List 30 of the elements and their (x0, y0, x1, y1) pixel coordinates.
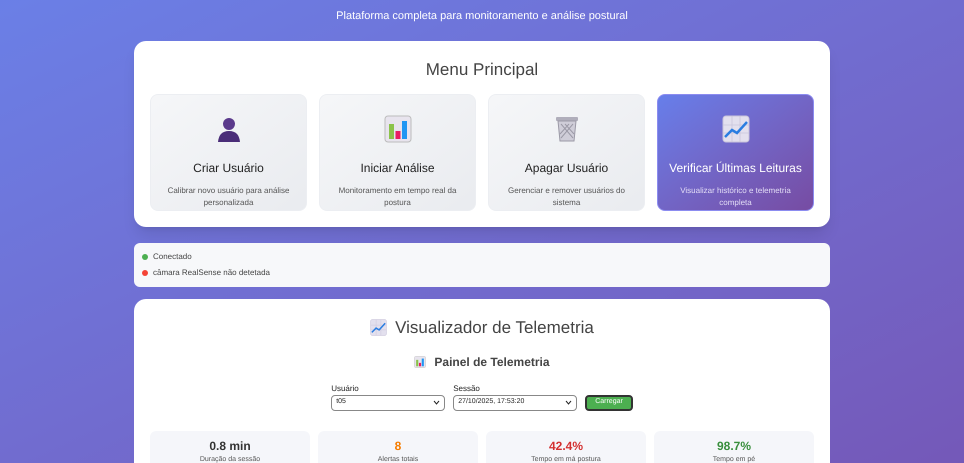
option-description: Calibrar novo usuário para análise personalizada (166, 185, 290, 209)
chevron-icon (565, 400, 572, 405)
field-label: Sessão (453, 382, 481, 394)
option-description: Visualizar histórico e telemetria completa (679, 185, 792, 209)
menu-option[interactable]: Iniciar Análise Monitoramento em tempo real da postura (319, 94, 476, 211)
option-title: Apagar Usuário (524, 160, 608, 177)
bar-chart-icon (384, 115, 412, 143)
option-description: Gerenciar e remover usuários do sistema (507, 185, 626, 209)
bar-chart-icon (414, 356, 426, 368)
field-label: Usuário (331, 382, 360, 394)
stat-value: 8 (394, 438, 402, 456)
option-title: Iniciar Análise (360, 160, 435, 177)
line-chart-icon (370, 319, 388, 336)
chevron-icon (433, 400, 440, 405)
menu-title: Menu Principal (424, 58, 540, 80)
subtitle: Plataforma completa para monitoramento e análise postural (336, 9, 628, 24)
menu-option[interactable]: Criar Usuário Calibrar novo usuário para análise personalizada (150, 94, 307, 211)
stat-value: 98.7% (716, 438, 752, 456)
status-text: câmara RealSense não detetada (153, 267, 270, 279)
stat-value: 42.4% (548, 438, 584, 456)
panel-title: Painel de Telemetria (434, 354, 550, 370)
status-text: Conectado (153, 251, 192, 263)
option-title: Criar Usuário (193, 160, 264, 177)
menu-option[interactable]: Verificar Últimas Leituras Visualizar histórico e telemetria completa (657, 94, 814, 211)
stat-value: 0.8 min (209, 438, 251, 456)
option-title: Verificar Últimas Leituras (669, 160, 802, 177)
option-description: Monitoramento em tempo real da postura (338, 185, 458, 209)
menu-option[interactable]: Apagar Usuário Gerenciar e remover usuários do sistema (488, 94, 645, 211)
telemetry-title: Visualizador de Telemetria (395, 317, 594, 339)
line-chart-icon (722, 115, 750, 143)
